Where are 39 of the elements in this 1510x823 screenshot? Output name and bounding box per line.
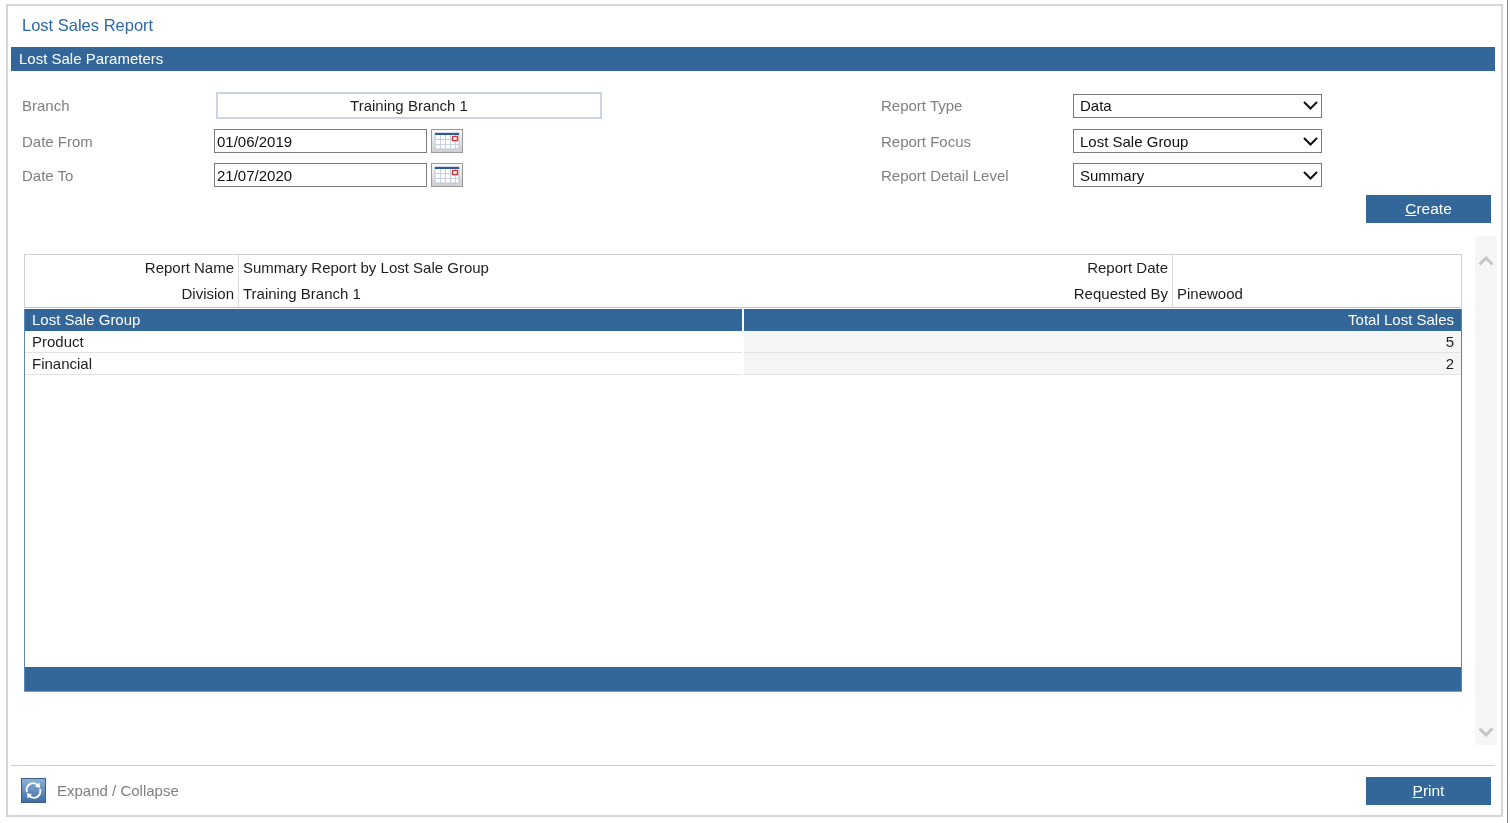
info-label: Division (25, 281, 239, 307)
create-button[interactable]: Create (1366, 195, 1491, 223)
dropdown[interactable]: Data (1073, 93, 1322, 118)
chevron-up-icon[interactable] (1478, 256, 1494, 266)
scrollbar[interactable] (1475, 236, 1497, 745)
print-button[interactable]: Print (1366, 776, 1491, 805)
table-cell: 5 (744, 331, 1461, 353)
field-label: Date From (22, 132, 94, 150)
field-label: Report Detail Level (881, 166, 1010, 184)
column-header[interactable]: Lost Sale Group (25, 309, 742, 331)
window-title: Lost Sales Report (22, 16, 154, 35)
chevron-down-icon (1303, 136, 1318, 146)
table-cell: Financial (25, 353, 742, 375)
calendar-icon[interactable] (431, 129, 463, 153)
info-value: Training Branch 1 (242, 284, 362, 304)
chevron-down-icon[interactable] (1478, 727, 1494, 737)
date-field[interactable]: 21/07/2020 (214, 163, 427, 187)
info-label: Requested By (1061, 281, 1173, 307)
field-label: Branch (22, 97, 71, 114)
info-label: Report Name (25, 255, 239, 281)
dropdown[interactable]: Summary (1073, 163, 1322, 187)
chevron-down-icon (1303, 170, 1318, 180)
refresh-icon (21, 778, 46, 803)
field-label: Report Type (881, 97, 964, 114)
dropdown[interactable]: Lost Sale Group (1073, 129, 1322, 153)
date-field[interactable]: 01/06/2019 (214, 129, 427, 153)
chevron-down-icon (1303, 101, 1318, 110)
info-value: Pinewood (1176, 284, 1244, 304)
section-header: Lost Sale Parameters (11, 47, 1495, 71)
calendar-icon[interactable] (431, 163, 463, 187)
expand-collapse-button[interactable]: Expand / Collapse (21, 778, 179, 803)
info-label: Report Date (1061, 255, 1173, 281)
field-label: Report Focus (881, 132, 973, 150)
field-label: Date To (22, 166, 75, 184)
readonly-field[interactable]: Training Branch 1 (216, 92, 602, 119)
table-cell: Product (25, 331, 742, 353)
info-value: Summary Report by Lost Sale Group (242, 258, 490, 278)
column-header[interactable]: Total Lost Sales (744, 309, 1461, 331)
table-cell: 2 (744, 353, 1461, 375)
